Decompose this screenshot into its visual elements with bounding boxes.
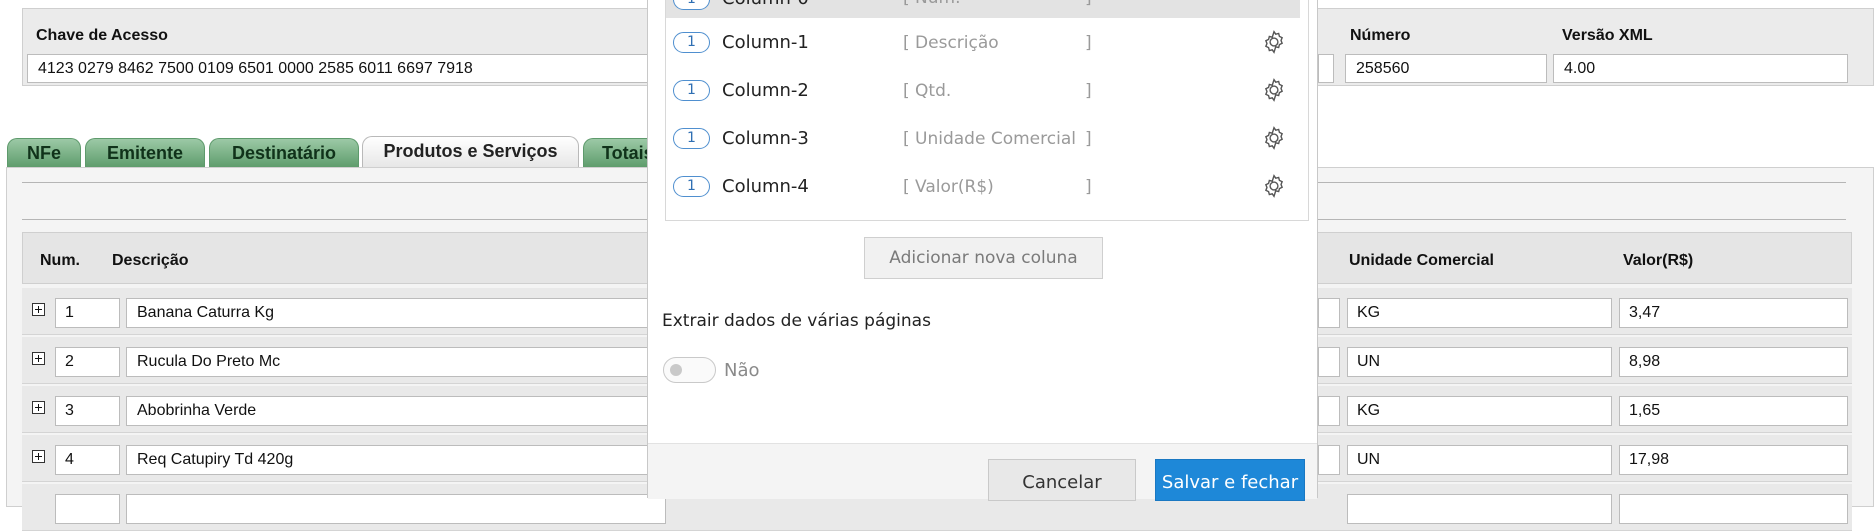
item-valor-field[interactable]: 3,47	[1619, 298, 1848, 328]
column-index-badge: 1	[673, 0, 710, 10]
item-descricao-field[interactable]: Rucula Do Preto Mc	[126, 347, 666, 377]
gear-icon[interactable]	[1261, 125, 1287, 151]
item-valor-field[interactable]: 8,98	[1619, 347, 1848, 377]
item-num-field[interactable]	[55, 494, 120, 524]
expand-plus-icon[interactable]	[32, 352, 45, 365]
column-config-dialog: 1 Column-0 [ Num. ] 1 Column-1 [ Descriç…	[647, 0, 1318, 501]
gear-icon[interactable]	[1261, 173, 1287, 199]
serie-field[interactable]	[1318, 54, 1334, 83]
col-header-descricao: Descrição	[112, 252, 189, 269]
item-unidade-field[interactable]: UN	[1347, 347, 1612, 377]
tab-nfe[interactable]: NFe	[7, 138, 81, 168]
column-name[interactable]: Column-2	[722, 80, 809, 101]
item-num-field[interactable]: 1	[55, 298, 120, 328]
col-header-num: Num.	[40, 252, 80, 269]
item-qtd-field[interactable]	[1318, 347, 1340, 377]
toggle-knob	[670, 364, 682, 376]
column-source: [ Descrição	[903, 33, 999, 53]
column-index-badge: 1	[673, 128, 710, 149]
versao-xml-label: Versão XML	[1562, 27, 1653, 44]
column-name[interactable]: Column-0	[722, 0, 809, 9]
multi-page-toggle-value: Não	[724, 360, 760, 381]
column-source-close: ]	[1085, 129, 1092, 149]
item-num-field[interactable]: 4	[55, 445, 120, 475]
column-source-close: ]	[1085, 177, 1092, 197]
item-descricao-field[interactable]: Banana Caturra Kg	[126, 298, 666, 328]
column-source-close: ]	[1085, 0, 1092, 8]
item-num-field[interactable]: 3	[55, 396, 120, 426]
column-index-badge: 1	[673, 32, 710, 53]
item-descricao-field[interactable]: Abobrinha Verde	[126, 396, 666, 426]
item-descricao-field[interactable]	[126, 494, 666, 524]
col-header-unidade: Unidade Comercial	[1349, 252, 1494, 269]
expand-plus-icon[interactable]	[32, 303, 45, 316]
column-source: [ Valor(R$)	[903, 177, 994, 197]
item-qtd-field[interactable]	[1318, 298, 1340, 328]
numero-label: Número	[1350, 27, 1411, 44]
item-descricao-field[interactable]: Req Catupiry Td 420g	[126, 445, 666, 475]
column-source: [ Num.	[903, 0, 961, 8]
multi-page-label: Extrair dados de várias páginas	[662, 311, 931, 331]
item-valor-field[interactable]: 17,98	[1619, 445, 1848, 475]
column-name[interactable]: Column-4	[722, 176, 809, 197]
chave-acesso-label: Chave de Acesso	[36, 27, 168, 44]
column-source: [ Qtd.	[903, 81, 952, 101]
column-index-badge: 1	[673, 80, 710, 101]
column-source-close: ]	[1085, 81, 1092, 101]
column-name[interactable]: Column-3	[722, 128, 809, 149]
col-header-valor: Valor(R$)	[1623, 252, 1694, 269]
item-qtd-field[interactable]	[1318, 445, 1340, 475]
cancel-button[interactable]: Cancelar	[988, 459, 1136, 501]
item-num-field[interactable]: 2	[55, 347, 120, 377]
item-unidade-field[interactable]: KG	[1347, 396, 1612, 426]
expand-plus-icon[interactable]	[32, 450, 45, 463]
item-unidade-field[interactable]: KG	[1347, 298, 1612, 328]
tab-produtos-servicos[interactable]: Produtos e Serviços	[362, 136, 579, 168]
column-source: [ Unidade Comercial	[903, 129, 1076, 149]
item-qtd-field[interactable]	[1318, 396, 1340, 426]
tab-destinatario[interactable]: Destinatário	[209, 138, 359, 168]
gear-icon[interactable]	[1261, 29, 1287, 55]
item-valor-field[interactable]	[1619, 494, 1848, 524]
item-unidade-field[interactable]: UN	[1347, 445, 1612, 475]
save-and-close-button[interactable]: Salvar e fechar	[1155, 459, 1305, 501]
column-name[interactable]: Column-1	[722, 32, 809, 53]
item-unidade-field[interactable]	[1347, 494, 1612, 524]
multi-page-toggle[interactable]	[663, 357, 716, 383]
expand-plus-icon[interactable]	[32, 401, 45, 414]
add-column-button[interactable]: Adicionar nova coluna	[864, 237, 1103, 279]
versao-xml-field[interactable]: 4.00	[1553, 54, 1848, 83]
gear-icon[interactable]	[1261, 77, 1287, 103]
item-valor-field[interactable]: 1,65	[1619, 396, 1848, 426]
numero-field[interactable]: 258560	[1345, 54, 1547, 83]
tab-emitente[interactable]: Emitente	[85, 138, 205, 168]
column-index-badge: 1	[673, 176, 710, 197]
chave-acesso-field[interactable]: 4123 0279 8462 7500 0109 6501 0000 2585 …	[27, 54, 667, 83]
column-source-close: ]	[1085, 33, 1092, 53]
